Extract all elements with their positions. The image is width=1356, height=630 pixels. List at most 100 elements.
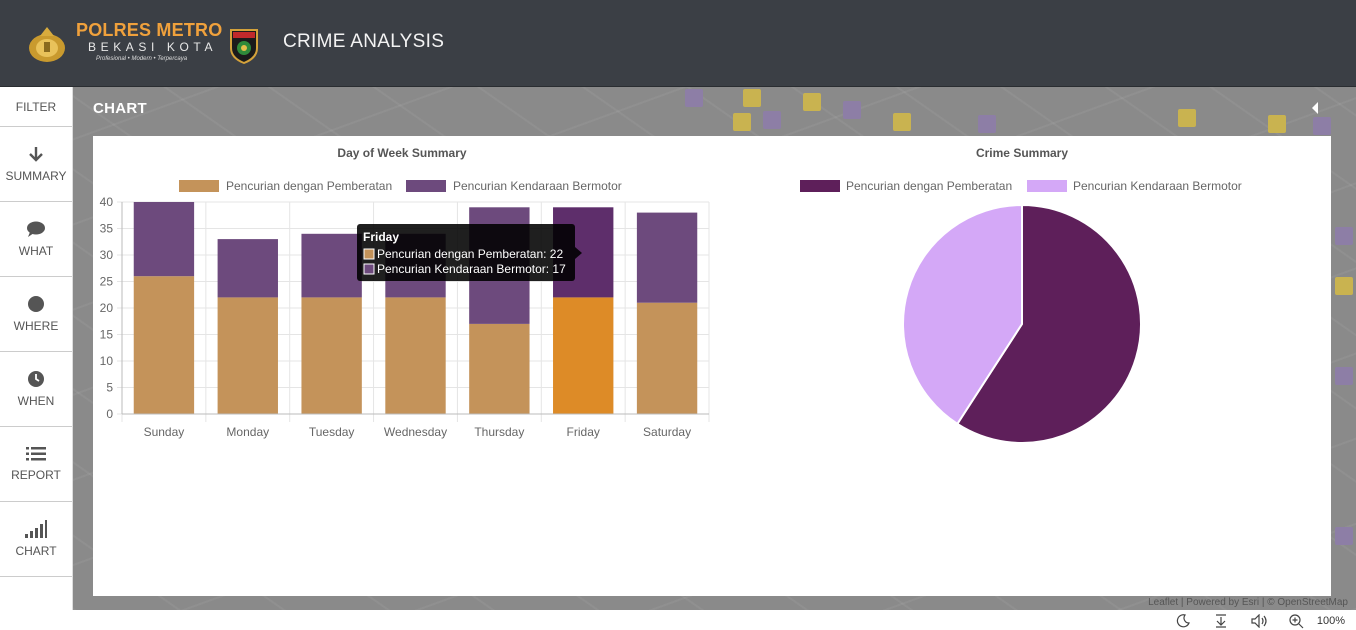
tooltip-title: Friday <box>363 230 399 244</box>
pie-legend-swatch-kendaraan[interactable] <box>1027 180 1067 192</box>
map-marker[interactable] <box>1335 527 1353 545</box>
x-tick-label: Saturday <box>643 425 691 439</box>
list-icon <box>26 447 46 461</box>
bar-kendaraan-monday[interactable] <box>217 239 278 298</box>
y-tick-label: 30 <box>100 248 114 262</box>
signal-bars-icon <box>25 520 47 538</box>
x-tick-label: Friday <box>567 425 600 439</box>
chart-panel: Day of Week Summary Pencurian dengan Pem… <box>93 136 1331 596</box>
x-tick-label: Tuesday <box>309 425 355 439</box>
x-tick-label: Thursday <box>474 425 524 439</box>
shield-emblem-icon <box>230 29 258 64</box>
bar-pemberatan-sunday[interactable] <box>133 276 195 414</box>
speech-bubble-icon <box>27 221 45 237</box>
map-marker[interactable] <box>685 89 703 107</box>
brand-name: POLRES METRO <box>76 20 223 40</box>
map-marker[interactable] <box>843 101 861 119</box>
moon-icon[interactable] <box>1176 614 1190 628</box>
zoom-in-icon[interactable] <box>1289 614 1304 629</box>
browser-status-bar: 100% <box>0 610 1356 630</box>
speaker-icon[interactable] <box>1251 614 1269 628</box>
sidebar-item-summary[interactable]: SUMMARY <box>0 127 72 202</box>
y-tick-label: 5 <box>106 381 113 395</box>
sidebar-item-where[interactable]: WHERE <box>0 277 72 352</box>
tooltip-swatch-pemberatan <box>363 248 375 260</box>
map-marker[interactable] <box>733 113 751 131</box>
sidebar-item-label: WHAT <box>18 244 54 258</box>
x-tick-label: Wednesday <box>384 425 447 439</box>
map-marker[interactable] <box>803 93 821 111</box>
y-tick-label: 20 <box>100 301 114 315</box>
zoom-level: 100% <box>1316 615 1345 627</box>
y-tick-label: 35 <box>100 222 114 236</box>
sidebar-item-when[interactable]: WHEN <box>0 352 72 427</box>
app-header: POLRES METRO BEKASI KOTA Profesional • M… <box>0 0 1356 87</box>
bar-pemberatan-monday[interactable] <box>217 297 278 414</box>
bar-chart-title: Day of Week Summary <box>337 146 466 160</box>
map-attribution[interactable]: Leaflet | Powered by Esri | © OpenStreet… <box>1148 597 1348 608</box>
y-tick-label: 25 <box>100 275 114 289</box>
map-marker[interactable] <box>1335 367 1353 385</box>
police-emblem-icon <box>29 27 65 62</box>
pie-legend-label-kendaraan[interactable]: Pencurian Kendaraan Bermotor <box>1073 179 1242 193</box>
bar-kendaraan-sunday[interactable] <box>133 202 195 277</box>
legend-swatch-kendaraan[interactable] <box>406 180 446 192</box>
map-marker[interactable] <box>978 115 996 133</box>
map-marker[interactable] <box>1335 277 1353 295</box>
bar-pemberatan-saturday[interactable] <box>636 302 698 414</box>
pie-chart-title: Crime Summary <box>976 146 1068 160</box>
brand-logo-text: POLRES METRO BEKASI KOTA Profesional • M… <box>76 20 222 64</box>
y-tick-label: 10 <box>100 354 114 368</box>
map-marker[interactable] <box>743 89 761 107</box>
clock-icon <box>28 371 44 387</box>
tooltip-line-kendaraan: Pencurian Kendaraan Bermotor: 17 <box>377 262 566 276</box>
sidebar-item-label: WHERE <box>13 319 59 333</box>
collapse-panel-button[interactable] <box>1312 102 1318 114</box>
map-marker[interactable] <box>763 111 781 129</box>
chart-tooltip: Friday Pencurian dengan Pemberatan: 22 P… <box>357 224 582 281</box>
y-tick-label: 40 <box>100 195 114 209</box>
pie-legend-swatch-pemberatan[interactable] <box>800 180 840 192</box>
map-marker[interactable] <box>1335 227 1353 245</box>
legend-label-pemberatan[interactable]: Pencurian dengan Pemberatan <box>226 179 392 193</box>
bar-pemberatan-tuesday[interactable] <box>301 297 362 414</box>
pie-slices <box>902 203 1142 444</box>
bar-pemberatan-wednesday[interactable] <box>385 297 446 414</box>
bar-pemberatan-thursday[interactable] <box>469 323 530 414</box>
map-background[interactable]: CHART Day of Week Summary Pencurian deng… <box>73 87 1356 610</box>
app-title: CRIME ANALYSIS <box>283 31 445 52</box>
map-marker[interactable] <box>1178 109 1196 127</box>
tooltip-line-pemberatan: Pencurian dengan Pemberatan: 22 <box>377 247 563 261</box>
sidebar-item-label: CHART <box>15 544 57 558</box>
pie-legend-label-pemberatan[interactable]: Pencurian dengan Pemberatan <box>846 179 1012 193</box>
arrow-down-icon <box>29 147 43 162</box>
sidebar-item-report[interactable]: REPORT <box>0 427 72 502</box>
sidebar-item-label: REPORT <box>11 468 61 482</box>
x-tick-label: Sunday <box>144 425 185 439</box>
day-of-week-bar-chart: Day of Week Summary Pencurian dengan Pem… <box>100 146 710 439</box>
crime-summary-pie-chart: Crime Summary Pencurian dengan Pemberata… <box>800 146 1242 444</box>
bar-pemberatan-friday[interactable] <box>553 297 614 414</box>
sidebar-nav: FILTER SUMMARY WHAT WHERE WHEN REPORT CH… <box>0 87 73 610</box>
sidebar-item-what[interactable]: WHAT <box>0 202 72 277</box>
download-icon[interactable] <box>1214 614 1228 628</box>
legend-label-kendaraan[interactable]: Pencurian Kendaraan Bermotor <box>453 179 622 193</box>
sidebar-item-label: WHEN <box>17 394 55 408</box>
brand-tagline: Profesional • Modern • Terpercaya <box>96 56 188 62</box>
bar-kendaraan-saturday[interactable] <box>636 212 698 303</box>
map-marker[interactable] <box>893 113 911 131</box>
circle-icon <box>28 296 44 312</box>
chart-panel-title: CHART <box>93 100 147 117</box>
x-tick-label: Monday <box>226 425 269 439</box>
sidebar-item-label: SUMMARY <box>5 169 67 183</box>
bar-kendaraan-tuesday[interactable] <box>301 233 362 298</box>
sidebar-filter-toggle[interactable]: FILTER <box>0 87 72 127</box>
map-marker[interactable] <box>1313 117 1331 135</box>
tooltip-swatch-kendaraan <box>363 263 375 275</box>
brand-city: BEKASI KOTA <box>88 40 218 54</box>
map-marker[interactable] <box>1268 115 1286 133</box>
legend-swatch-pemberatan[interactable] <box>179 180 219 192</box>
y-tick-label: 0 <box>106 407 113 421</box>
sidebar-item-chart[interactable]: CHART <box>0 502 72 577</box>
y-tick-label: 15 <box>100 328 114 342</box>
